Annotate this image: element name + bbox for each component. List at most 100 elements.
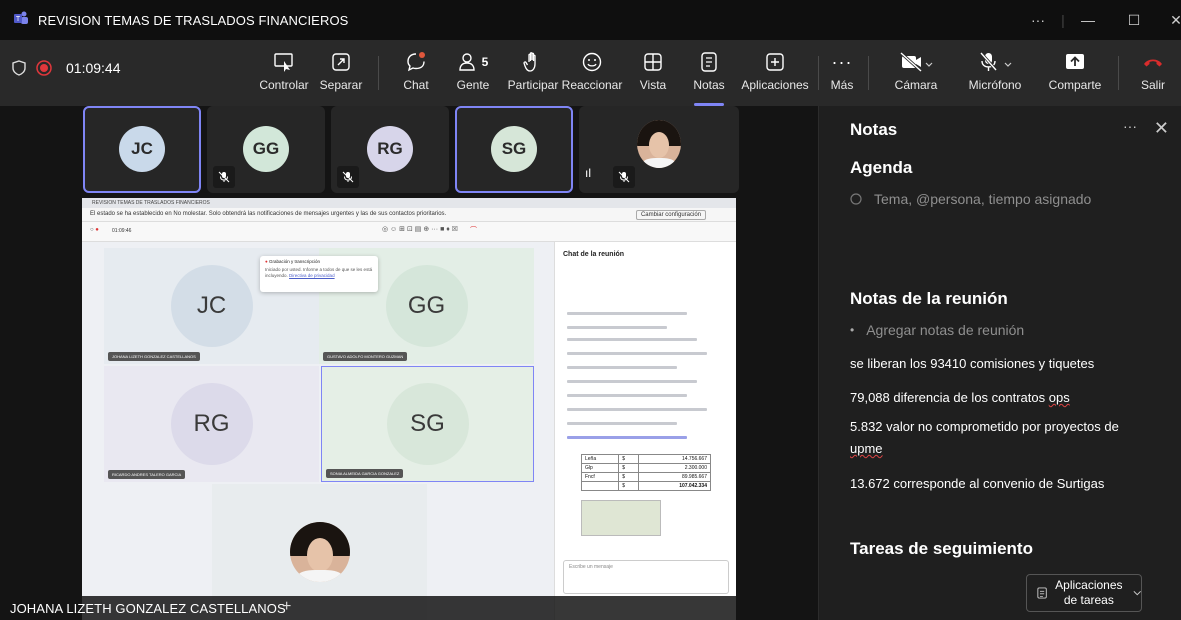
- shared-video-grid: JC JOHANA LIZETH GONZALEZ CASTELLANOS GG…: [104, 248, 534, 620]
- people-icon: [458, 53, 475, 71]
- chat-message-input[interactable]: Escribe un mensaje: [563, 560, 729, 594]
- share-screen-icon: [1066, 54, 1084, 69]
- maximize-button[interactable]: ☐: [1111, 0, 1157, 40]
- camera-off-icon: [899, 51, 933, 73]
- speaker-name: JOHANA LIZETH GONZALEZ CASTELLANOS: [10, 601, 286, 616]
- mas-button[interactable]: ··· Más: [828, 48, 856, 102]
- more-options-icon[interactable]: ···: [1015, 0, 1061, 40]
- notes-more-icon[interactable]: ···: [1123, 118, 1137, 134]
- raise-hand-icon: [523, 52, 536, 72]
- chat-line: [567, 366, 677, 369]
- privacy-link[interactable]: Directiva de privacidad: [289, 273, 335, 278]
- hang-up-icon: [1144, 59, 1162, 67]
- meeting-toolbar: 01:09:44 Controlar Separar Chat 5 Gente …: [0, 40, 1181, 106]
- controlar-button[interactable]: Controlar: [257, 48, 311, 102]
- note-line[interactable]: 5.832 valor no comprometido por proyecto…: [850, 416, 1150, 460]
- chevron-down-icon: [1133, 590, 1141, 596]
- chat-line: [567, 338, 697, 341]
- popup-title: ● Grabación y transcripción: [265, 259, 321, 264]
- avatar: SG: [491, 126, 537, 172]
- note-line[interactable]: 79,088 diferencia de los contratos ops: [850, 390, 1070, 405]
- camara-button[interactable]: Cámara: [882, 48, 950, 102]
- add-icon[interactable]: +: [282, 598, 291, 616]
- shared-toolbar-icons: ◎ ☺ ⊞ ⊡ ▤ ⊕ ··· ■ ♦ ☒ ⌒: [382, 226, 478, 234]
- recording-status: 01:09:44: [12, 60, 121, 76]
- grid-view-icon: [644, 53, 662, 71]
- shared-tile-rg: RG RICARDO ANDRES TALERO GARCIA: [104, 366, 319, 482]
- participant-tile-jc[interactable]: JC: [83, 106, 201, 193]
- participant-name: JOHANA LIZETH GONZALEZ CASTELLANOS: [108, 352, 200, 361]
- participant-name: RICARDO ANDRES TALERO GARCIA: [108, 470, 186, 479]
- microfono-button[interactable]: Micrófono: [962, 48, 1028, 102]
- task-list-icon: [1037, 587, 1047, 599]
- table-row: Leña $14.756.667: [580, 454, 711, 464]
- agenda-input[interactable]: Tema, @persona, tiempo asignado: [850, 191, 1091, 207]
- participant-tile-sg[interactable]: SG: [455, 106, 573, 193]
- more-icon: ···: [831, 51, 853, 72]
- shared-record-icon: ○ ●: [90, 227, 99, 233]
- mic-muted-icon: [213, 166, 235, 188]
- table-row: Glp $2.300.000: [580, 463, 711, 473]
- notes-icon: [701, 52, 717, 72]
- notes-panel: Notas ··· ✕ Agenda Tema, @persona, tiemp…: [818, 106, 1181, 620]
- chat-line: [567, 422, 677, 425]
- mic-muted-icon: [613, 166, 635, 188]
- vista-button[interactable]: Vista: [634, 48, 672, 102]
- title-bar: T REVISION TEMAS DE TRASLADOS FINANCIERO…: [0, 0, 1181, 40]
- avatar: GG: [385, 265, 468, 347]
- budget-table: Leña $14.756.667 Glp $2.300.000 Fncf $89.98…: [580, 454, 711, 491]
- toolbar-divider: [1118, 56, 1119, 90]
- note-line[interactable]: se liberan los 93410 comisiones y tiquet…: [850, 356, 1094, 371]
- record-icon: [36, 60, 52, 76]
- toolbar-divider: [818, 56, 819, 90]
- shared-window-title: REVISION TEMAS DE TRASLADOS FINANCIEROS: [82, 198, 736, 208]
- reaccionar-button[interactable]: Reaccionar: [562, 48, 622, 102]
- participar-button[interactable]: Participar: [504, 48, 562, 102]
- notas-button[interactable]: Notas: [688, 48, 730, 106]
- mic-off-icon: [979, 52, 1012, 71]
- meeting-stage: JC GG RG SG ıl REVISION TEMAS DE TRASLAD…: [0, 106, 818, 620]
- note-line[interactable]: 13.672 corresponde al convenio de Surtig…: [850, 476, 1104, 491]
- add-app-icon: [766, 53, 784, 71]
- shared-toolbar: ○ ● 01:09:46 ◎ ☺ ⊞ ⊡ ▤ ⊕ ··· ■ ♦ ☒ ⌒: [82, 222, 736, 242]
- close-window-button[interactable]: ✕: [1157, 0, 1181, 40]
- chat-line: [567, 394, 687, 397]
- toolbar-divider: [378, 56, 379, 90]
- shared-timer: 01:09:46: [112, 228, 132, 234]
- chat-button[interactable]: Chat: [394, 48, 438, 102]
- signal-bars-icon: ıl: [585, 166, 591, 180]
- chat-icon: [407, 52, 425, 72]
- dnd-banner: El estado se ha establecido en No molest…: [82, 208, 736, 222]
- shared-tile-sg: SG SONIA ALMEIDA GARCIA GONZALEZ: [321, 366, 534, 482]
- shared-screen[interactable]: REVISION TEMAS DE TRASLADOS FINANCIEROS …: [82, 198, 736, 620]
- comparte-button[interactable]: Comparte: [1044, 48, 1106, 102]
- meeting-notes-input[interactable]: • Agregar notas de reunión: [850, 322, 1024, 338]
- meeting-timer: 01:09:44: [66, 60, 121, 76]
- emoji-icon: [582, 52, 602, 72]
- chat-image-thumbnail: [581, 500, 661, 536]
- shared-chat-panel: Chat de la reunión Leña $14.756.667 Glp $2…: [554, 242, 736, 620]
- separar-button[interactable]: Separar: [316, 48, 366, 102]
- avatar: GG: [243, 126, 289, 172]
- aplicaciones-button[interactable]: Aplicaciones: [738, 48, 812, 102]
- mic-muted-icon: [337, 166, 359, 188]
- meeting-notes-heading: Notas de la reunión: [850, 289, 1008, 308]
- table-row: $107.042.334: [580, 481, 711, 491]
- avatar: SG: [386, 383, 469, 465]
- minimize-button[interactable]: —: [1065, 0, 1111, 40]
- salir-button[interactable]: Salir: [1134, 48, 1172, 102]
- control-icon: [274, 53, 293, 72]
- teams-icon: T: [8, 11, 34, 29]
- chat-title: Chat de la reunión: [563, 251, 625, 258]
- task-apps-button[interactable]: Aplicaciones de tareas: [1026, 574, 1142, 612]
- change-settings-button[interactable]: Cambiar configuración: [635, 210, 706, 220]
- notes-close-icon[interactable]: ✕: [1154, 118, 1169, 139]
- participant-name: SONIA ALMEIDA GARCIA GONZALEZ: [326, 469, 404, 478]
- participant-tile-video[interactable]: ıl: [579, 106, 739, 193]
- chat-line: [567, 408, 707, 411]
- gente-button[interactable]: 5 Gente: [450, 48, 496, 102]
- bullet-icon: •: [850, 323, 855, 337]
- participant-tile-rg[interactable]: RG: [331, 106, 449, 193]
- participant-tile-gg[interactable]: GG: [207, 106, 325, 193]
- window-title: REVISION TEMAS DE TRASLADOS FINANCIEROS: [38, 12, 349, 28]
